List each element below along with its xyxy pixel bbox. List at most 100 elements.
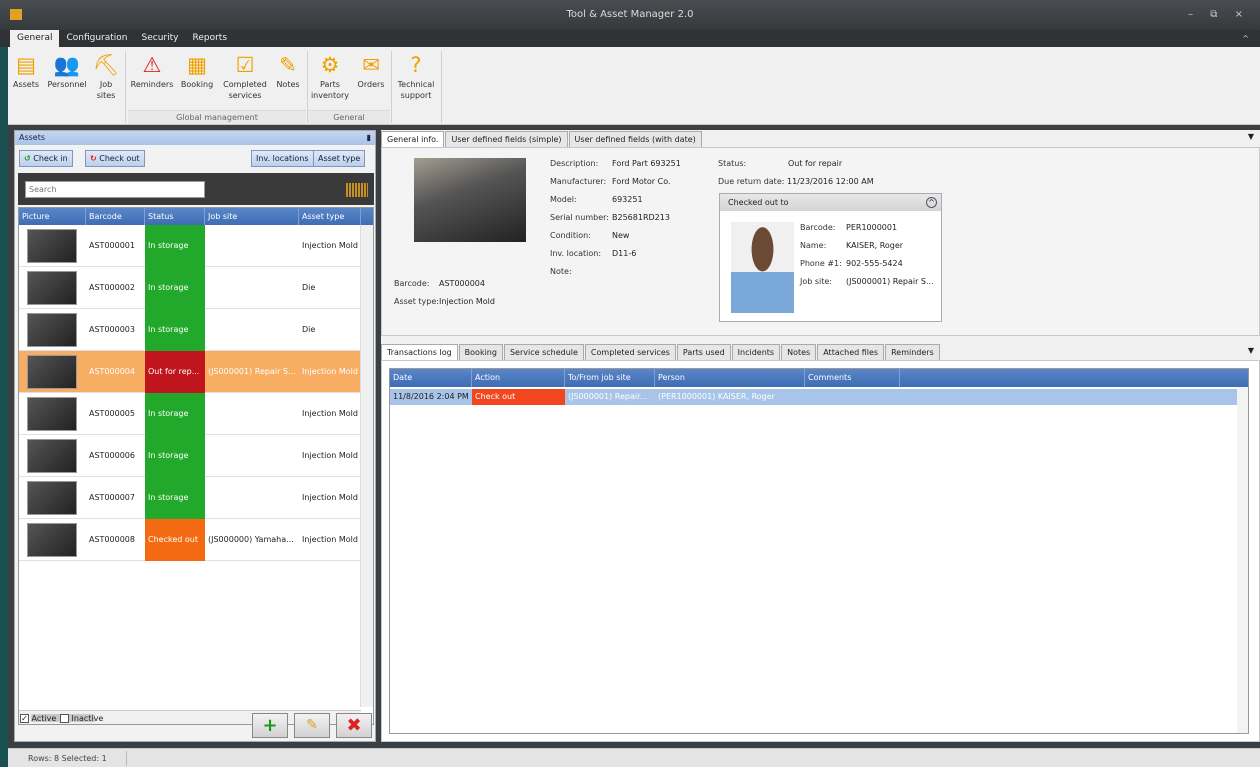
tab-reminders[interactable]: Reminders xyxy=(885,344,940,360)
tab-udf-date[interactable]: User defined fields (with date) xyxy=(568,131,702,147)
window-controls[interactable]: – ⧉ × xyxy=(1188,0,1250,30)
col-person[interactable]: Person xyxy=(655,369,805,387)
active-checkbox[interactable]: ✓ Active xyxy=(20,714,56,723)
ribbon-collapse-icon[interactable]: ^ xyxy=(1235,30,1256,47)
table-row[interactable]: AST000007 In storage Injection Mold xyxy=(19,477,361,519)
personnel-button[interactable]: 👥 Personnel xyxy=(44,51,90,90)
gears-icon: ⚙ xyxy=(320,53,340,77)
table-row[interactable]: AST000001 In storage Injection Mold xyxy=(19,225,361,267)
tab-security[interactable]: Security xyxy=(135,30,186,47)
tab-general-info[interactable]: General info. xyxy=(381,131,445,147)
model-field: Model: 693251 xyxy=(550,195,643,204)
assets-footer: ✓ Active Inactive + ✎ ✖ xyxy=(18,711,374,739)
assets-button[interactable]: ▤ Assets xyxy=(10,51,42,90)
transaction-person: (PER1000001) KAISER, Roger xyxy=(658,392,775,401)
tab-booking[interactable]: Booking xyxy=(458,344,503,360)
cell-barcode: AST000001 xyxy=(89,241,135,250)
assets-toolbar: ↺ Check in ↻ Check out Inv. locations As… xyxy=(15,145,375,171)
log-vertical-scrollbar[interactable] xyxy=(1237,387,1248,733)
restore-icon[interactable]: ⧉ xyxy=(1210,9,1224,20)
delete-asset-button[interactable]: ✖ xyxy=(336,713,372,738)
tab-attached-files[interactable]: Attached files xyxy=(817,344,885,360)
cell-status: In storage xyxy=(145,267,205,309)
window-edge xyxy=(0,47,8,767)
manufacturer-field: Manufacturer: Ford Motor Co. xyxy=(550,177,671,186)
checkbox-unchecked-icon[interactable] xyxy=(60,714,69,723)
cell-status: In storage xyxy=(145,477,205,519)
notes-button[interactable]: ✎ Notes xyxy=(273,51,303,90)
pin-icon[interactable]: ▮ xyxy=(367,131,371,145)
assets-grid: Picture Barcode Status Job site Asset ty… xyxy=(18,207,374,725)
tab-completed-services[interactable]: Completed services xyxy=(584,344,676,360)
question-icon: ? xyxy=(410,53,422,77)
table-row[interactable]: AST000006 In storage Injection Mold xyxy=(19,435,361,477)
details-panel: General info. User defined fields (simple… xyxy=(381,130,1260,742)
col-action[interactable]: Action xyxy=(472,369,565,387)
col-asset-type[interactable]: Asset type xyxy=(299,208,361,225)
cell-status: In storage xyxy=(145,225,205,267)
asset-thumbnail xyxy=(19,393,86,435)
tab-transactions-log[interactable]: Transactions log xyxy=(381,344,458,360)
cell-status: In storage xyxy=(145,309,205,351)
table-row[interactable]: AST000008 Checked out (JS000000) Yamaha...… xyxy=(19,519,361,561)
note-field: Note: xyxy=(550,267,572,276)
table-row[interactable]: AST000002 In storage Die xyxy=(19,267,361,309)
checkmark-icon: ☑ xyxy=(235,53,255,77)
group-general: General xyxy=(308,110,390,124)
asset-image xyxy=(27,523,77,557)
minimize-icon[interactable]: – xyxy=(1188,9,1200,20)
reminders-button[interactable]: ⚠ Reminders xyxy=(129,51,175,90)
transaction-row[interactable]: 11/8/2016 2:04 PM Check out (JS000001) R… xyxy=(390,389,1238,405)
col-date[interactable]: Date xyxy=(390,369,472,387)
add-asset-button[interactable]: + xyxy=(252,713,288,738)
inactive-checkbox[interactable]: Inactive xyxy=(60,714,103,723)
table-row[interactable]: AST000003 In storage Die xyxy=(19,309,361,351)
cell-asset-type: Injection Mold xyxy=(302,493,358,502)
booking-button[interactable]: ▦ Booking xyxy=(178,51,216,90)
tab-parts-used[interactable]: Parts used xyxy=(676,344,731,360)
col-barcode[interactable]: Barcode xyxy=(86,208,145,225)
job-sites-button[interactable]: ⛏ Job sites xyxy=(92,51,120,101)
rows-count: Rows: 8 Selected: 1 xyxy=(28,754,107,763)
edit-asset-button[interactable]: ✎ xyxy=(294,713,330,738)
tab-configuration[interactable]: Configuration xyxy=(59,30,134,47)
tab-incidents[interactable]: Incidents xyxy=(731,344,781,360)
cell-barcode: AST000008 xyxy=(89,535,135,544)
col-job-site[interactable]: Job site xyxy=(205,208,299,225)
tab-service-schedule[interactable]: Service schedule xyxy=(503,344,584,360)
tabs-dropdown-icon[interactable]: ▼ xyxy=(1248,132,1254,141)
cell-asset-type: Injection Mold xyxy=(302,367,358,376)
orders-button[interactable]: ✉ Orders xyxy=(353,51,389,90)
person-phone: Phone #1: 902-555-5424 xyxy=(800,259,903,268)
description-field: Description: Ford Part 693251 xyxy=(550,159,681,168)
close-icon[interactable]: × xyxy=(1235,9,1250,20)
table-row[interactable]: AST000004 Out for rep... (JS000001) Repair… xyxy=(19,351,361,393)
person-photo xyxy=(731,222,794,313)
asset-type-button[interactable]: Asset type xyxy=(313,150,366,167)
col-comments[interactable]: Comments xyxy=(805,369,900,387)
completed-services-button[interactable]: ☑ Completed services xyxy=(218,51,272,101)
checkbox-checked-icon[interactable]: ✓ xyxy=(20,714,29,723)
col-picture[interactable]: Picture xyxy=(19,208,86,225)
log-tabs-dropdown-icon[interactable]: ▼ xyxy=(1248,346,1254,355)
collapse-icon[interactable]: ^ xyxy=(926,197,937,208)
inv-locations-button[interactable]: Inv. locations xyxy=(251,150,314,167)
vertical-scrollbar[interactable] xyxy=(360,225,373,707)
parts-inventory-button[interactable]: ⚙ Parts inventory xyxy=(309,51,351,101)
tab-notes[interactable]: Notes xyxy=(781,344,817,360)
tab-general[interactable]: General xyxy=(10,30,60,47)
search-input[interactable] xyxy=(25,181,205,198)
barcode-icon[interactable] xyxy=(346,183,368,197)
person-barcode: Barcode: PER1000001 xyxy=(800,223,898,232)
technical-support-button[interactable]: ? Technical support xyxy=(393,51,439,101)
col-to-from-job-site[interactable]: To/From job site xyxy=(565,369,655,387)
barcode-field: Barcode: AST000004 xyxy=(394,279,485,288)
col-status[interactable]: Status xyxy=(145,208,205,225)
check-out-icon: ↻ xyxy=(90,154,97,163)
tab-reports[interactable]: Reports xyxy=(185,30,234,47)
check-out-button[interactable]: ↻ Check out xyxy=(85,150,145,167)
tab-udf-simple[interactable]: User defined fields (simple) xyxy=(445,131,568,147)
table-row[interactable]: AST000005 In storage Injection Mold xyxy=(19,393,361,435)
check-in-button[interactable]: ↺ Check in xyxy=(19,150,73,167)
person-job-site: Job site: (JS000001) Repair S... xyxy=(800,277,934,286)
